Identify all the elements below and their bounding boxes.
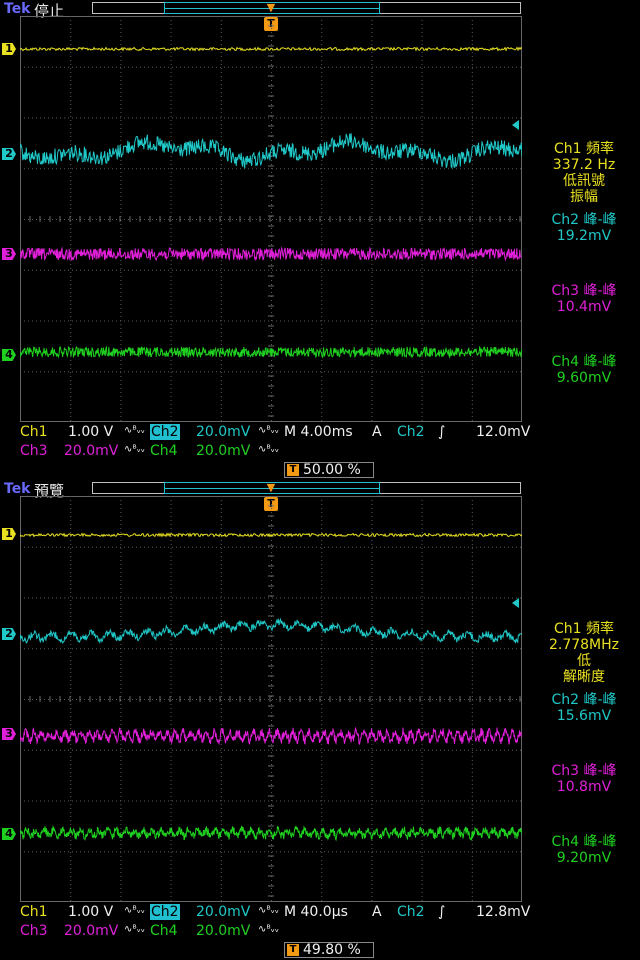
ch3-scale[interactable]: 20.0mV (64, 443, 118, 459)
ch1-label[interactable]: Ch1 (20, 424, 48, 440)
ch1-freq-note: 低 (577, 653, 591, 669)
trigger-source[interactable]: Ch2 (397, 424, 425, 440)
settings-bar: Ch1 1.00 V ∿ᴮᵥᵥ Ch2 20.0mV ∿ᴮᵥᵥ M 40.0µs… (0, 904, 640, 940)
ch3-ground-marker[interactable]: 3 (2, 728, 16, 740)
ch1-freq-note: 低訊號 (563, 173, 605, 189)
trigger-mode[interactable]: A (372, 424, 382, 440)
trigger-position-arrow-icon: ▼ (266, 1, 276, 14)
trigger-slope-icon: ∫ (438, 904, 446, 920)
ch1-bw-icon: ∿ᴮᵥᵥ (124, 905, 146, 916)
trigger-t-icon: T (287, 464, 299, 476)
ch3-bw-icon: ∿ᴮᵥᵥ (124, 924, 146, 935)
ch1-freq-note2: 解晰度 (563, 669, 605, 685)
ch3-ground-marker[interactable]: 3 (2, 248, 16, 260)
ch1-freq-value: 2.778MHz (548, 637, 620, 653)
ch1-waveform (20, 532, 522, 538)
trigger-position-arrow-icon: ▼ (266, 481, 276, 494)
scope-screen-bottom: Tek 預覽 ▼ T 1 2 3 4 Ch1 頻率 2.778MHz 低 解晰度… (0, 480, 640, 960)
ch3-pkpk-value: 10.4mV (556, 299, 612, 315)
ch4-scale[interactable]: 20.0mV (196, 923, 250, 939)
ch2-bw-icon: ∿ᴮᵥᵥ (258, 425, 280, 436)
trigger-level[interactable]: 12.8mV (476, 904, 530, 920)
ch3-pkpk-title: Ch3 峰-峰 (551, 283, 617, 299)
trigger-position-readout[interactable]: T 49.80 % (284, 942, 374, 958)
trigger-position-value: 49.80 % (303, 942, 361, 958)
ch4-pkpk-title: Ch4 峰-峰 (551, 834, 617, 850)
ch1-freq-title: Ch1 頻率 (553, 141, 614, 157)
ch2-waveform (20, 617, 522, 645)
trigger-slope-icon: ∫ (438, 424, 446, 440)
settings-bar: Ch1 1.00 V ∿ᴮᵥᵥ Ch2 20.0mV ∿ᴮᵥᵥ M 4.00ms… (0, 424, 640, 460)
brand-logo: Tek (4, 1, 31, 17)
trigger-level-arrow-icon[interactable] (512, 120, 519, 130)
ch4-ground-marker[interactable]: 4 (2, 349, 16, 361)
ch4-pkpk-title: Ch4 峰-峰 (551, 354, 617, 370)
ch2-pkpk-title: Ch2 峰-峰 (551, 692, 617, 708)
trigger-t-icon: T (287, 944, 299, 956)
timebase[interactable]: M 4.00ms (284, 424, 353, 440)
trigger-level-arrow-icon[interactable] (512, 598, 519, 608)
ch4-pkpk-value: 9.60mV (556, 370, 612, 386)
ch2-bw-icon: ∿ᴮᵥᵥ (258, 905, 280, 916)
ch4-label[interactable]: Ch4 (150, 923, 178, 939)
ch1-bw-icon: ∿ᴮᵥᵥ (124, 425, 146, 436)
scope-screen-top: Tek 停止 ▼ T 1 2 3 4 Ch1 頻率 337.2 Hz 低訊號 振… (0, 0, 640, 480)
ch3-label[interactable]: Ch3 (20, 443, 48, 459)
timebase[interactable]: M 40.0µs (284, 904, 348, 920)
ch3-waveform (20, 726, 522, 746)
ch4-scale[interactable]: 20.0mV (196, 443, 250, 459)
ch1-freq-title: Ch1 頻率 (553, 621, 614, 637)
ch2-pkpk-value: 15.6mV (556, 708, 612, 724)
ch2-label[interactable]: Ch2 (150, 904, 180, 920)
ch3-scale[interactable]: 20.0mV (64, 923, 118, 939)
trigger-source[interactable]: Ch2 (397, 904, 425, 920)
ch2-label[interactable]: Ch2 (150, 424, 180, 440)
ch4-bw-icon: ∿ᴮᵥᵥ (258, 444, 280, 455)
ch1-scale[interactable]: 1.00 V (68, 904, 113, 920)
ch2-waveform (20, 133, 522, 169)
ch1-freq-note2: 振幅 (570, 189, 598, 205)
ch1-waveform (20, 46, 522, 52)
ch2-pkpk-title: Ch2 峰-峰 (551, 212, 617, 228)
ch4-pkpk-value: 9.20mV (556, 850, 612, 866)
waveform-area (20, 46, 522, 359)
ch1-ground-marker[interactable]: 1 (2, 43, 16, 55)
ch4-waveform (20, 345, 522, 359)
trigger-level[interactable]: 12.0mV (476, 424, 530, 440)
ch4-label[interactable]: Ch4 (150, 443, 178, 459)
ch2-ground-marker[interactable]: 2 (2, 148, 16, 160)
ch3-pkpk-value: 10.8mV (556, 779, 612, 795)
ch2-scale[interactable]: 20.0mV (196, 424, 250, 440)
waveform-area (20, 532, 522, 842)
ch1-label[interactable]: Ch1 (20, 904, 48, 920)
ch2-ground-marker[interactable]: 2 (2, 628, 16, 640)
trigger-mode[interactable]: A (372, 904, 382, 920)
ch4-ground-marker[interactable]: 4 (2, 828, 16, 840)
ch4-waveform (20, 825, 522, 842)
ch1-scale[interactable]: 1.00 V (68, 424, 113, 440)
trigger-position-readout[interactable]: T 50.00 % (284, 462, 374, 478)
ch3-bw-icon: ∿ᴮᵥᵥ (124, 444, 146, 455)
ch2-scale[interactable]: 20.0mV (196, 904, 250, 920)
ch3-waveform (20, 246, 522, 262)
ch3-pkpk-title: Ch3 峰-峰 (551, 763, 617, 779)
ch4-bw-icon: ∿ᴮᵥᵥ (258, 924, 280, 935)
ch2-pkpk-value: 19.2mV (556, 228, 612, 244)
brand-logo: Tek (4, 481, 31, 497)
ch3-label[interactable]: Ch3 (20, 923, 48, 939)
trigger-position-value: 50.00 % (303, 462, 361, 478)
ch1-freq-value: 337.2 Hz (552, 157, 616, 173)
ch1-ground-marker[interactable]: 1 (2, 528, 16, 540)
